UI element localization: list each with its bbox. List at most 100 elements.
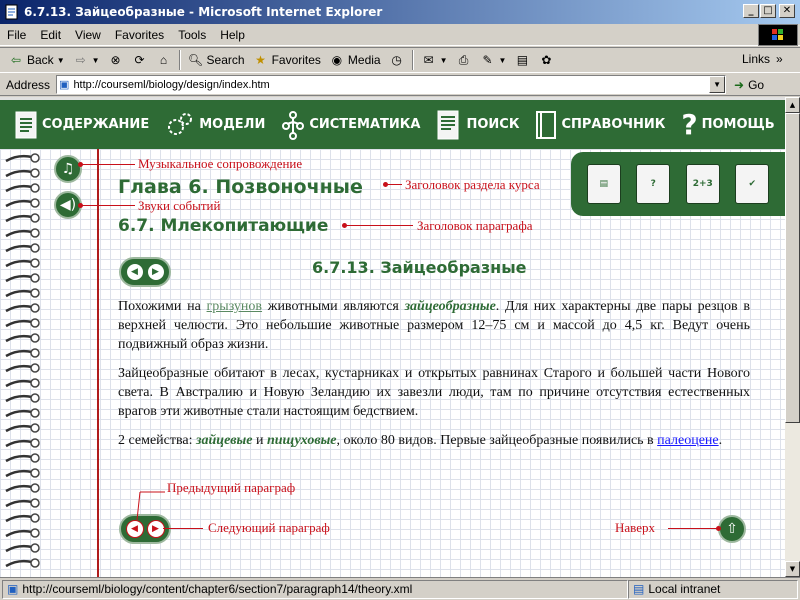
body-paragraph-1: Похожими на грызунов животными являются … [118,299,750,352]
annotation-sounds: Звуки событий [138,198,221,213]
address-bar: Address ▣ http://courseml/biology/design… [0,74,800,96]
nav-models[interactable]: МОДЕЛИ [165,110,265,140]
favorites-button[interactable]: ★ Favorites [249,49,325,71]
spiral-ring [5,498,40,508]
annotation-paragraph-header: Заголовок параграфа [417,218,533,233]
gears-icon [168,112,193,135]
course-nav-bar: СОДЕРЖАНИЕ МОДЕЛИ СИСТЕМАТИКА ПОИСК СПРА… [0,97,785,149]
tree-icon [282,110,305,140]
print-icon: ⎙ [458,52,469,67]
reference-book-icon [536,110,557,139]
history-button[interactable]: ◷ [385,49,409,71]
music-button[interactable]: ♫ [54,155,82,183]
address-dropdown-icon[interactable]: ▼ [709,76,726,93]
nav-systematics[interactable]: СИСТЕМАТИКА [281,110,420,140]
spiral-ring [5,348,40,358]
search-button[interactable]: 🔍︎ Search [184,49,249,71]
back-button[interactable]: ⇦ Back ▼ [4,49,69,71]
links-bar[interactable]: Links» [742,52,783,66]
stop-button[interactable]: ⊗ [104,49,128,71]
page-icon: ▣ [7,582,19,596]
notebook-spiral [5,153,40,568]
annotation-arrow-line [136,491,165,521]
scroll-up-button[interactable]: ▲ [785,97,800,113]
go-button[interactable]: ➜ Go [734,78,764,92]
spiral-ring [5,438,40,448]
status-bar: ▣ http://courseml/biology/content/chapte… [0,577,800,600]
annotation-line [81,164,135,165]
prev-paragraph-button[interactable]: ◀ [125,520,144,538]
mail-button[interactable]: ✉ ▼ [417,49,452,71]
annotation-line [668,528,718,529]
close-button[interactable]: ✕ [779,4,795,18]
minimize-button[interactable]: _ [743,4,759,18]
menu-tools[interactable]: Tools [171,28,213,42]
spiral-ring [5,393,40,403]
home-button[interactable]: ⌂ [152,49,176,71]
nav-contents[interactable]: СОДЕРЖАНИЕ [14,110,149,140]
print-button[interactable]: ⎙ [452,49,476,71]
paragraph-nav-top: ◀ ▶ [119,257,171,287]
annotation-prev: Предыдущий параграф [167,480,296,495]
scroll-down-button[interactable]: ▼ [785,561,800,577]
favorites-star-icon: ★ [255,53,266,67]
menu-edit[interactable]: Edit [33,28,68,42]
menu-favorites[interactable]: Favorites [108,28,171,42]
edit-dropdown-icon[interactable]: ▼ [499,56,507,65]
annotation-music: Музыкальное сопровождение [138,156,303,171]
search-document-icon [437,110,459,139]
media-button[interactable]: ◉ Media [325,49,385,71]
prev-paragraph-top-button[interactable]: ◀ [125,263,144,281]
search-icon: 🔍︎ [187,53,204,67]
prev-arrow-icon: ◀ [131,524,138,534]
forward-dropdown-icon[interactable]: ▼ [92,56,100,65]
mail-dropdown-icon[interactable]: ▼ [440,56,448,65]
annotation-line [386,184,402,185]
scroll-thumb[interactable] [785,113,800,423]
music-note-icon: ♫ [61,161,75,177]
next-paragraph-top-button[interactable]: ▶ [146,263,165,281]
media-icon: ◉ [331,53,343,67]
to-top-button[interactable]: ⇧ [718,515,746,543]
annotation-next: Следующий параграф [208,520,330,535]
nav-reference[interactable]: СПРАВОЧНИК [535,110,665,140]
forward-arrow-icon: ⇨ [75,53,86,67]
menu-bar: File Edit View Favorites Tools Help [0,24,800,46]
spiral-ring [5,528,40,538]
corner-tools-panel: ▤ ? 2+3 ✔ [571,152,785,216]
messenger-button[interactable]: ✿ [534,49,558,71]
forward-button[interactable]: ⇨ ▼ [69,49,104,71]
edit-button[interactable]: ✎ ▼ [476,49,511,71]
menu-file[interactable]: File [0,28,33,42]
spiral-ring [5,213,40,223]
exercise-icon[interactable]: 2+3 [685,164,720,204]
messenger-icon: ✿ [541,53,552,67]
discuss-button[interactable]: ▤ [510,49,534,71]
next-arrow-icon: ▶ [152,524,159,534]
test-checklist-icon[interactable]: ✔ [735,164,770,204]
spiral-ring [5,258,40,268]
address-input[interactable]: ▣ http://courseml/biology/design/index.h… [56,75,727,94]
spiral-ring [5,513,40,523]
body-paragraph-3: 2 семейства: зайцевые и пищуховые, около… [118,433,723,448]
nav-help[interactable]: ? ПОМОЩЬ [681,110,774,139]
refresh-button[interactable]: ⟳ [128,49,152,71]
next-arrow-icon: ▶ [152,267,159,277]
mail-icon: ✉ [423,53,434,67]
back-dropdown-icon[interactable]: ▼ [57,56,65,65]
textbook-icon[interactable]: ▤ [586,164,621,204]
nav-search[interactable]: ПОИСК [436,109,519,141]
rodents-link[interactable]: грызунов [207,299,263,314]
next-paragraph-button[interactable]: ▶ [146,520,165,538]
vertical-scrollbar[interactable]: ▲ ▼ [785,97,800,577]
spiral-ring [5,303,40,313]
menu-view[interactable]: View [68,28,108,42]
maximize-button[interactable]: □ [760,4,776,18]
paleocene-link[interactable]: палеоцене [657,433,718,448]
section-title: 6.7. Млекопитающие [118,216,329,236]
spiral-ring [5,288,40,298]
menu-help[interactable]: Help [213,28,252,42]
spiral-ring [5,168,40,178]
annotation-top: Наверх [615,520,655,535]
quiz-icon[interactable]: ? [636,164,671,204]
